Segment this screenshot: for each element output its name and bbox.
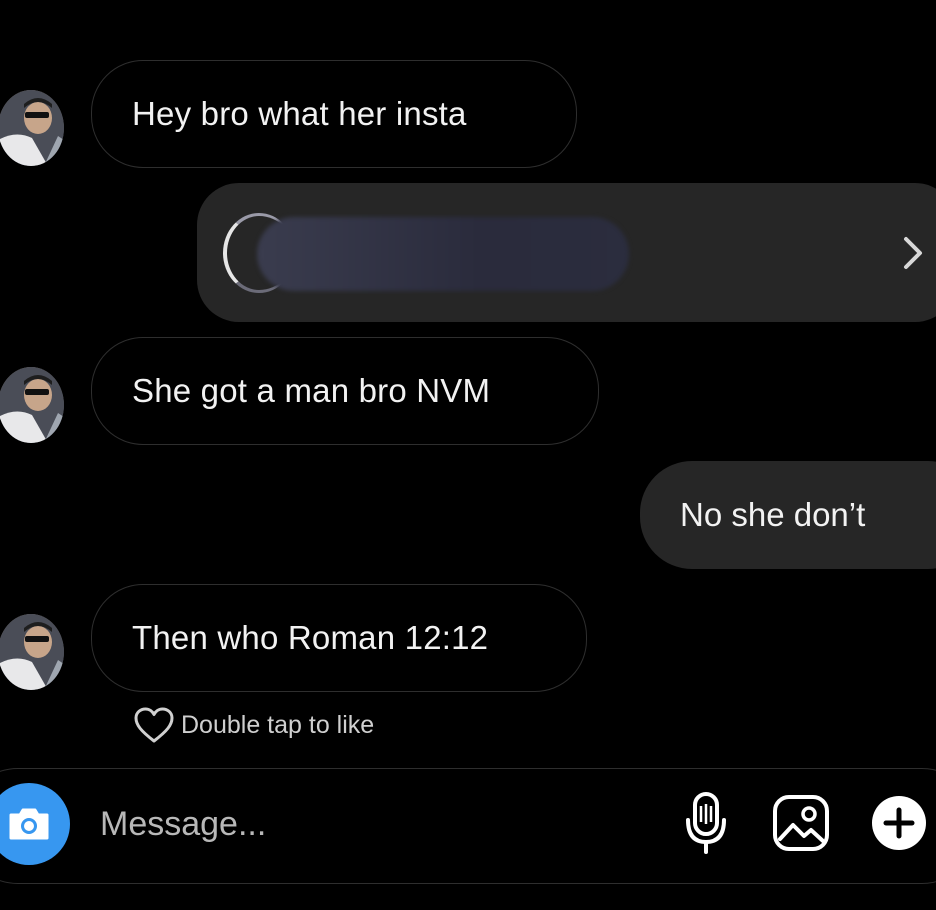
like-hint[interactable]: Double tap to like	[133, 706, 374, 744]
chat-screen: Hey bro what her insta She got a man bro…	[0, 0, 936, 910]
outgoing-message-bubble[interactable]: No she don’t	[640, 461, 936, 569]
message-text: Hey bro what her insta	[132, 95, 467, 132]
sender-avatar[interactable]	[0, 367, 64, 443]
sender-avatar[interactable]	[0, 90, 64, 166]
more-options-button[interactable]	[868, 792, 930, 854]
chevron-right-icon	[904, 237, 922, 269]
plus-icon	[872, 796, 926, 850]
shared-profile-card[interactable]	[197, 183, 936, 322]
incoming-message-bubble[interactable]: She got a man bro NVM	[91, 337, 599, 445]
heart-icon	[134, 707, 174, 743]
gallery-button[interactable]	[768, 790, 834, 856]
message-text: She got a man bro NVM	[132, 372, 491, 409]
sender-avatar[interactable]	[0, 614, 64, 690]
microphone-icon	[686, 792, 726, 854]
message-input[interactable]	[100, 800, 640, 848]
camera-icon	[9, 808, 49, 840]
like-hint-text: Double tap to like	[181, 710, 375, 739]
incoming-message-bubble[interactable]: Then who Roman 12:12	[91, 584, 587, 692]
message-text: Then who Roman 12:12	[132, 619, 489, 656]
incoming-message-bubble[interactable]: Hey bro what her insta	[91, 60, 577, 168]
voice-message-button[interactable]	[680, 788, 732, 858]
gallery-icon	[773, 795, 829, 851]
message-text: No she don’t	[680, 496, 866, 533]
redacted-username	[257, 217, 629, 291]
